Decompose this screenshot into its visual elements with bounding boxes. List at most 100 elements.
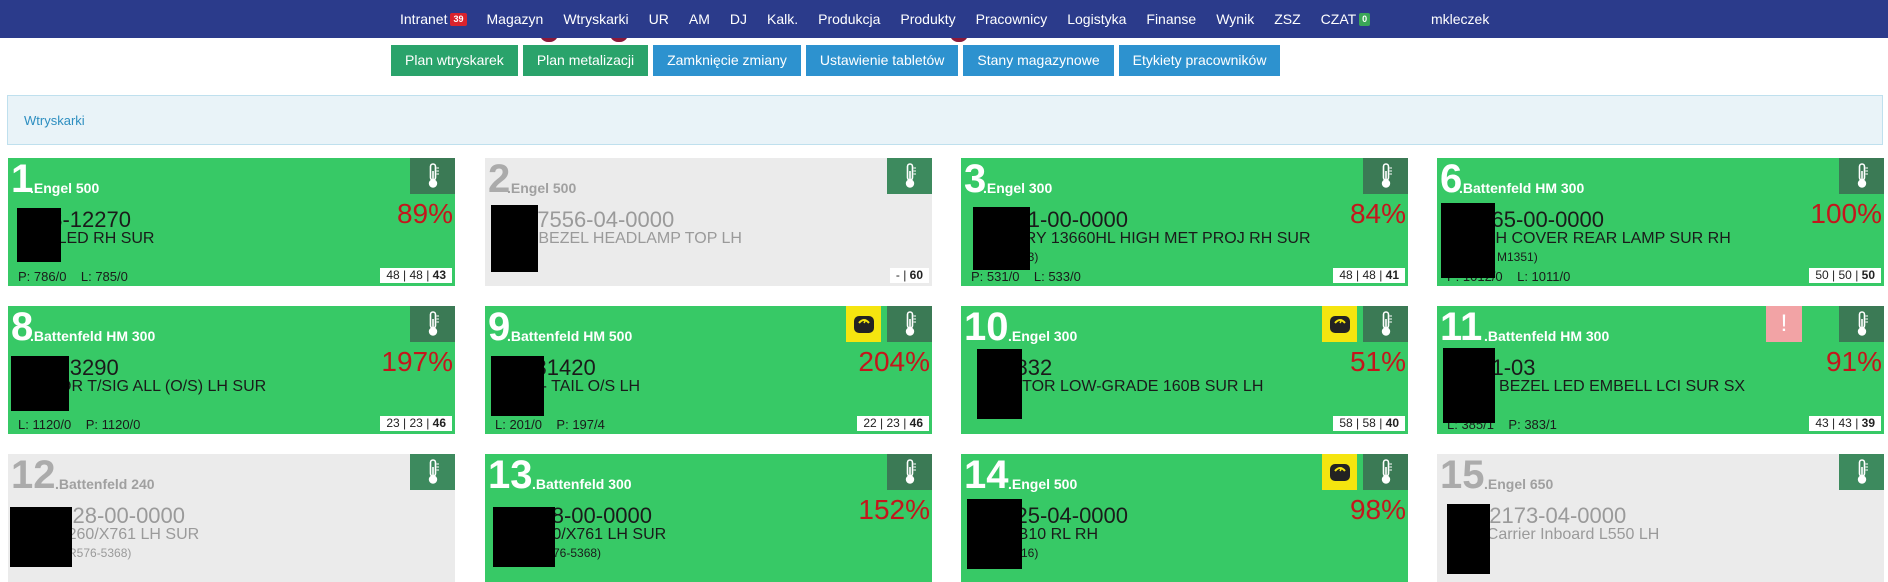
machine-name: .Battenfeld 300 [532,476,632,492]
nav-item-label: Logistyka [1067,11,1127,27]
efficiency-percent: 98% [1349,494,1406,525]
scale-icon[interactable] [1322,306,1357,342]
thermometer-icon[interactable] [1363,158,1408,194]
machine-card-10[interactable]: 10.Engel 30051%53832LECTOR LOW-GRADE 160… [961,306,1408,434]
nav-item-produkty[interactable]: Produkty [900,11,955,27]
machine-counters: L: 1120/0 P: 1120/0 [18,417,141,432]
efficiency-percent: 197% [381,346,453,377]
thermometer-icon[interactable] [1839,306,1884,342]
cycle-counts: 58 | 58 | 40 [1333,416,1405,431]
cycle-counts: - | 60 [889,268,929,283]
thermometer-icon[interactable] [1363,454,1408,490]
machine-name: .Battenfeld HM 300 [30,328,156,344]
machine-card-12[interactable]: 12 .Battenfeld 240 5328-00-0000 I X260/X761… [8,454,455,582]
efficiency-percent: 91% [1825,346,1882,377]
cycle-counts-values: 48 | 48 | [386,268,433,282]
machine-card-8[interactable]: 8 .Battenfeld HM 300 197% 3-03290 CTOR T/SIG… [8,306,455,434]
action-button-2[interactable]: Plan metalizacji [522,45,649,76]
machine-name: .Engel 500 [30,180,100,196]
redaction-box [17,208,61,262]
efficiency-percent: 89% [396,198,453,229]
machine-number: 10 [964,306,1009,349]
redaction-box [491,205,538,272]
nav-item-label: Wynik [1216,11,1255,27]
cycle-counts-total: 40 [1385,416,1399,430]
nav-item-label: Intranet [400,11,448,27]
page-header-remnant [520,38,1120,43]
nav-item-kalk[interactable]: Kalk. [767,11,798,27]
nav-item-magazyn[interactable]: Magazyn [487,11,544,27]
nav-item-label: Pracownicy [975,11,1048,27]
redaction-box [1443,348,1495,423]
redaction-box [973,207,1030,270]
nav-item-pracownicy[interactable]: Pracownicy [976,11,1048,27]
cycle-counts-values: 23 | 23 | [386,416,433,430]
machine-card-9[interactable]: 9 .Battenfeld HM 500 204% 4-31420 NS - TAIL … [485,306,932,434]
action-buttons: Plan wtryskarek Plan metalizacji Zamknięci… [391,45,1285,76]
machine-card-15[interactable]: 15 .Engel 650 12173-04-0000- Carrier Inboa… [1437,454,1884,582]
cycle-counts-total: 46 [909,416,923,430]
part-description: ECDRY 13660HL HIGH MET PROJ RH SUR [991,230,1311,247]
machine-name: .Engel 300 [983,180,1053,196]
nav-item-wtryskarki[interactable]: Wtryskarki [563,11,628,27]
part-description: LECTOR LOW-GRADE 160B SUR LH [991,378,1264,395]
thermometer-icon[interactable] [1839,454,1884,490]
breadcrumb-link[interactable]: Wtryskarki [24,113,85,128]
nav-item-czat[interactable]: CZAT 0 [1321,11,1371,27]
machine-number: 14 [964,454,1009,497]
efficiency-percent: 84% [1349,198,1406,229]
scale-icon[interactable] [846,306,881,342]
redaction-box [977,349,1022,419]
efficiency-percent: 51% [1349,346,1406,377]
action-button-1[interactable]: Plan wtryskarek [391,45,518,76]
machine-card-3[interactable]: 3 .Engel 300 84% 5981-00-0000 ECDRY 13660HL … [961,158,1408,286]
thermometer-icon[interactable] [887,306,932,342]
nav-item-wynik[interactable]: Wynik [1216,11,1254,27]
thermometer-icon[interactable] [887,158,932,194]
machine-card-6[interactable]: 6 .Battenfeld HM 300 100% 2765-00-0000 HIGH … [1437,158,1884,286]
nav-item-finanse[interactable]: Finanse [1146,11,1196,27]
machine-card-14[interactable]: 14 .Engel 500 98% 1425-04-0000 ER B10 RL RH 1… [961,454,1408,582]
action-button-4[interactable]: Ustawienie tabletów [805,45,959,76]
machine-number: 13 [488,454,533,497]
thermometer-icon[interactable] [410,454,455,490]
redaction-box [11,356,69,411]
action-button-6[interactable]: Etykiety pracowników [1118,45,1281,76]
machine-card-1[interactable]: 1 .Engel 500 89% 23-12270/S LED RH SUR P: 78… [8,158,455,286]
nav-item-ur[interactable]: UR [649,11,669,27]
nav-item-intranet[interactable]: Intranet 39 [400,11,467,27]
machine-card-13[interactable]: 13 .Battenfeld 300 152% 5328-00-0000 I X260/… [485,454,932,582]
nav-item-label: DJ [729,11,747,27]
warning-icon[interactable]: ! [1766,306,1802,342]
thermometer-icon[interactable] [887,454,932,490]
efficiency-percent: 204% [858,346,930,377]
part-sub-code: 16) [1021,546,1039,560]
cycle-counts-values: 58 | 58 | [1339,416,1386,430]
nav-item-label: Finanse [1146,11,1197,27]
nav-item-label: Wtryskarki [563,11,629,27]
cycle-counts: 43 | 43 | 39 [1809,416,1881,431]
notification-badge: 39 [450,12,467,26]
thermometer-icon[interactable] [410,158,455,194]
machine-card-11[interactable]: 11 .Battenfeld HM 300! 91% 671-03 F30 BEZEL … [1437,306,1884,434]
nav-item-dj[interactable]: DJ [730,11,747,27]
thermometer-icon[interactable] [1839,158,1884,194]
action-button-3[interactable]: Zamknięcie zmiany [653,45,801,76]
action-button-5[interactable]: Stany magazynowe [963,45,1114,76]
thermometer-icon[interactable] [410,306,455,342]
user-menu[interactable]: mkleczek [1431,0,1489,38]
nav-item-zsz[interactable]: ZSZ [1274,11,1300,27]
machine-card-2[interactable]: 2 .Engel 500 17556-04-0000 6 BEZEL HEADLAMP… [485,158,932,286]
cycle-counts-total: 43 [432,268,446,282]
machine-name: .Engel 650 [1484,476,1554,492]
nav-item-label: UR [648,11,669,27]
nav-item-produkcja[interactable]: Produkcja [818,11,880,27]
cycle-counts-total: 46 [432,416,446,430]
nav-item-am[interactable]: AM [689,11,710,27]
part-description: 6 BEZEL HEADLAMP TOP LH [525,230,742,247]
redaction-box [493,507,555,567]
thermometer-icon[interactable] [1363,306,1408,342]
scale-icon[interactable] [1322,454,1357,490]
notification-badge: 0 [1359,12,1371,26]
nav-item-logistyka[interactable]: Logistyka [1067,11,1126,27]
